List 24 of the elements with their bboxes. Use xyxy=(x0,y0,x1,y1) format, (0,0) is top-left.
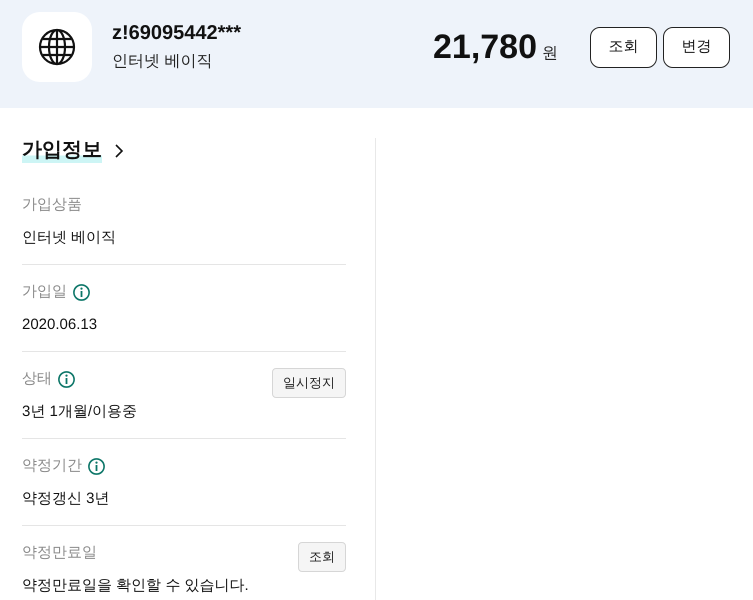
field-action-button[interactable]: 일시정지 xyxy=(272,368,346,398)
field-label: 가입일 xyxy=(22,282,67,302)
info-icon[interactable] xyxy=(58,370,75,388)
field-value: 2020.06.13 xyxy=(22,315,98,335)
field-label: 상태 xyxy=(22,369,52,389)
field-label: 가입상품 xyxy=(22,195,82,215)
field-value: 약정만료일을 확인할 수 있습니다. xyxy=(22,576,249,596)
info-icon[interactable] xyxy=(88,458,105,474)
section-title: 가입정보 xyxy=(22,138,102,163)
info-icon[interactable] xyxy=(73,284,90,300)
price-currency: 원 xyxy=(542,44,558,64)
product-name: 인터넷 베이직 xyxy=(112,52,214,72)
chevron-right-icon[interactable] xyxy=(114,144,124,158)
field-action-button[interactable]: 조회 xyxy=(298,542,346,572)
field-value: 약정갱신 3년 xyxy=(22,489,110,509)
globe-icon xyxy=(22,12,92,82)
price-amount: 21,780 xyxy=(433,27,537,67)
header-button[interactable]: 변경 xyxy=(663,26,730,68)
field-value: 3년 1개월/이용중 xyxy=(22,402,138,422)
header-button[interactable]: 조회 xyxy=(590,26,657,68)
field-label: 약정기간 xyxy=(22,456,82,476)
account-id: z!69095442*** xyxy=(112,21,241,46)
field-label: 약정만료일 xyxy=(22,543,97,563)
field-value: 인터넷 베이직 xyxy=(22,228,116,248)
